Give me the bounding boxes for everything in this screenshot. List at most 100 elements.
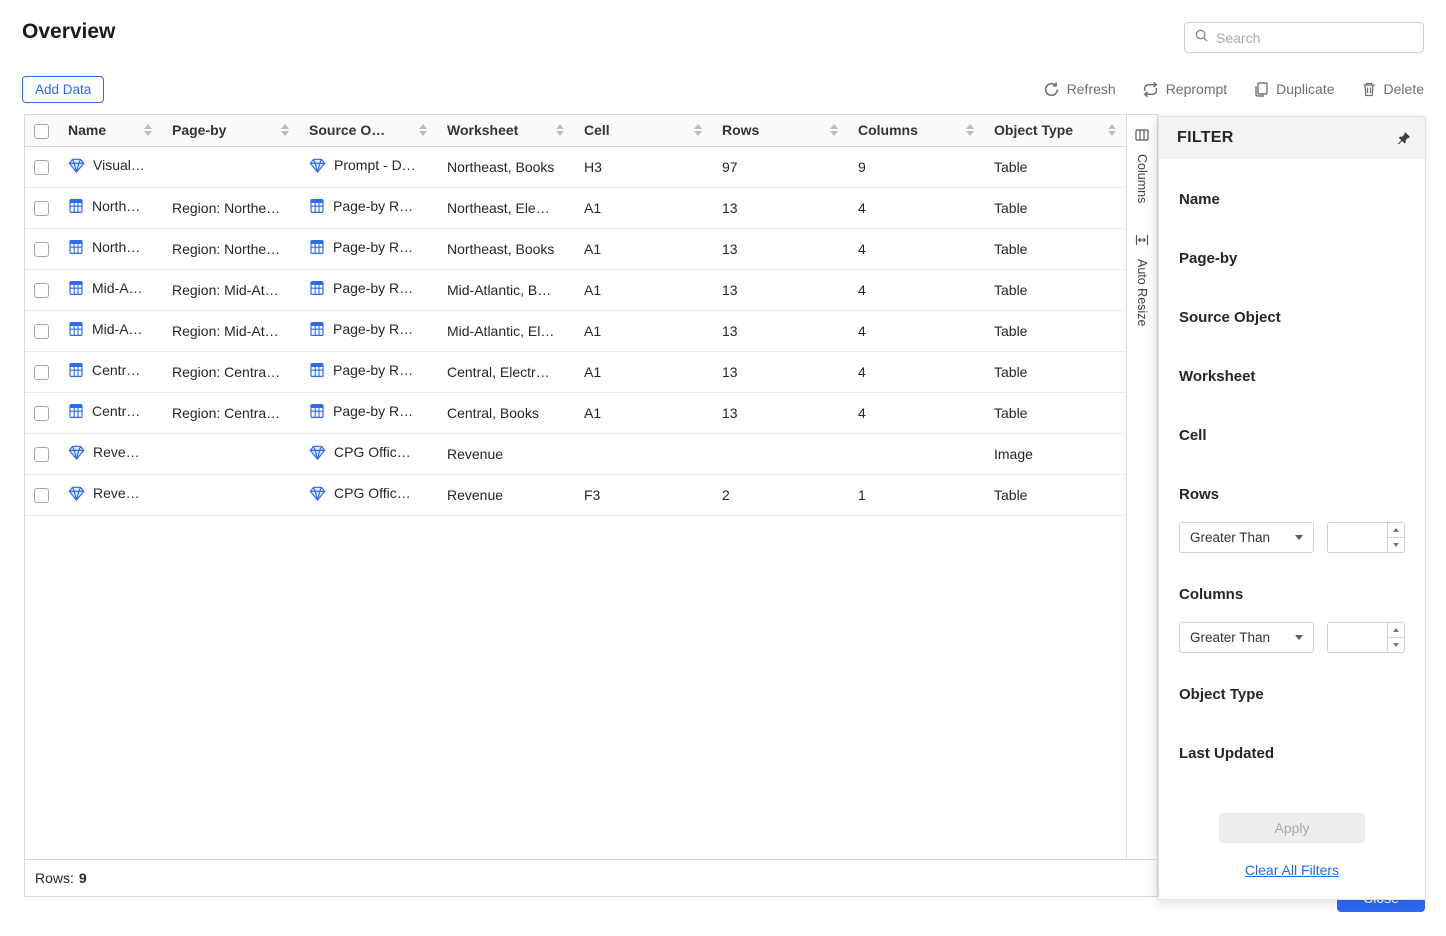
clear-all-filters-link[interactable]: Clear All Filters (1179, 862, 1405, 878)
rows-count-value: 9 (79, 870, 87, 886)
row-checkbox[interactable] (34, 201, 49, 216)
sort-icon[interactable] (966, 124, 974, 136)
table-row[interactable]: Mid-A… Region: Mid-At… Page-by R… Mid-At… (25, 310, 1126, 351)
chevron-down-icon (1295, 635, 1303, 640)
row-columns: 4 (858, 364, 866, 380)
row-checkbox[interactable] (34, 242, 49, 257)
table-row[interactable]: Centr… Region: Centra… Page-by R… Centra… (25, 392, 1126, 433)
sort-icon[interactable] (556, 124, 564, 136)
dataset-icon (68, 239, 84, 255)
column-header-name[interactable]: Name (58, 115, 162, 146)
row-rows: 13 (722, 364, 738, 380)
duplicate-button[interactable]: Duplicate (1253, 81, 1334, 97)
row-columns: 9 (858, 159, 866, 175)
refresh-button[interactable]: Refresh (1043, 81, 1116, 98)
row-source-object: CPG Offic… (334, 485, 411, 501)
row-cell: A1 (584, 282, 601, 298)
column-header-object-type[interactable]: Object Type (984, 115, 1126, 146)
column-header-pageby[interactable]: Page-by (162, 115, 299, 146)
row-checkbox[interactable] (34, 406, 49, 421)
row-name: Mid-A… (92, 321, 143, 337)
dataset-icon (309, 198, 325, 214)
search-box[interactable] (1184, 22, 1424, 53)
rows-count-label: Rows: (35, 870, 74, 886)
row-checkbox[interactable] (34, 283, 49, 298)
row-source-object: Page-by R… (333, 198, 413, 214)
spin-down-icon[interactable] (1388, 638, 1404, 652)
table-row[interactable]: North… Region: Northe… Page-by R… Northe… (25, 228, 1126, 269)
filter-field-cell[interactable]: Cell (1179, 427, 1405, 444)
column-header-cell[interactable]: Cell (574, 115, 712, 146)
dataset-icon (68, 321, 84, 337)
reprompt-button[interactable]: Reprompt (1142, 81, 1227, 98)
table-row[interactable]: Reve… CPG Offic… Revenue Image (25, 433, 1126, 474)
sort-icon[interactable] (1108, 124, 1116, 136)
row-name: Reve… (93, 485, 140, 501)
row-checkbox[interactable] (34, 365, 49, 380)
row-worksheet: Revenue (447, 487, 503, 503)
filter-field-rows[interactable]: Rows (1179, 486, 1405, 503)
columns-icon (1135, 128, 1149, 147)
sort-icon[interactable] (830, 124, 838, 136)
row-checkbox[interactable] (34, 447, 49, 462)
sort-icon[interactable] (144, 124, 152, 136)
column-header-rows[interactable]: Rows (712, 115, 848, 146)
spin-down-icon[interactable] (1388, 538, 1404, 552)
filter-field-object-type[interactable]: Object Type (1179, 686, 1405, 703)
column-header-worksheet[interactable]: Worksheet (437, 115, 574, 146)
auto-resize-button[interactable]: Auto Resize (1135, 233, 1149, 326)
row-worksheet: Mid-Atlantic, B… (447, 282, 551, 298)
row-checkbox[interactable] (34, 488, 49, 503)
sort-icon[interactable] (419, 124, 427, 136)
table-row[interactable]: Mid-A… Region: Mid-At… Page-by R… Mid-At… (25, 269, 1126, 310)
sort-icon[interactable] (281, 124, 289, 136)
search-input[interactable] (1216, 30, 1414, 46)
table-row[interactable]: North… Region: Northe… Page-by R… Northe… (25, 187, 1126, 228)
row-rows: 2 (722, 487, 730, 503)
sort-icon[interactable] (694, 124, 702, 136)
select-all-checkbox[interactable] (34, 124, 49, 139)
table-row[interactable]: Reve… CPG Offic… Revenue F3 2 1 Table (25, 474, 1126, 515)
delete-button[interactable]: Delete (1361, 81, 1424, 97)
side-strip: Columns Auto Resize (1126, 115, 1157, 859)
chevron-down-icon (1295, 535, 1303, 540)
filter-field-pageby[interactable]: Page-by (1179, 250, 1405, 267)
visualization-icon (68, 157, 85, 174)
row-source-object: Page-by R… (333, 239, 413, 255)
spin-up-icon[interactable] (1388, 523, 1404, 538)
add-data-button[interactable]: Add Data (22, 76, 104, 103)
columns-operator-select[interactable]: Greater Than (1179, 622, 1314, 653)
filter-field-columns[interactable]: Columns (1179, 586, 1405, 603)
row-columns: 4 (858, 405, 866, 421)
filter-field-name[interactable]: Name (1179, 191, 1405, 208)
rows-operator-select[interactable]: Greater Than (1179, 522, 1314, 553)
filter-field-source-object[interactable]: Source Object (1179, 309, 1405, 326)
visualization-icon (309, 157, 326, 174)
row-checkbox[interactable] (34, 324, 49, 339)
columns-chooser-button[interactable]: Columns (1135, 128, 1149, 203)
row-object-type: Table (994, 282, 1027, 298)
rows-value-input[interactable] (1328, 523, 1387, 552)
spin-up-icon[interactable] (1388, 623, 1404, 638)
row-name: Visual… (93, 157, 145, 173)
filter-field-worksheet[interactable]: Worksheet (1179, 368, 1405, 385)
table-header-row: Name Page-by Source O… Worksheet Cell Ro… (25, 115, 1126, 146)
columns-value-input[interactable] (1328, 623, 1387, 652)
table-row[interactable]: Visual… Prompt - D… Northeast, Books H3 … (25, 146, 1126, 187)
row-object-type: Table (994, 323, 1027, 339)
delete-label: Delete (1384, 81, 1424, 97)
row-object-type: Table (994, 241, 1027, 257)
row-checkbox[interactable] (34, 160, 49, 175)
data-table: Name Page-by Source O… Worksheet Cell Ro… (25, 115, 1126, 516)
dataset-icon (68, 280, 84, 296)
row-pageby: Region: Mid-At… (172, 282, 279, 298)
apply-button[interactable]: Apply (1219, 813, 1365, 843)
row-source-object: Page-by R… (333, 403, 413, 419)
column-header-source-object[interactable]: Source O… (299, 115, 437, 146)
dataset-icon (309, 280, 325, 296)
dataset-icon (309, 321, 325, 337)
filter-field-last-updated[interactable]: Last Updated (1179, 745, 1405, 762)
table-row[interactable]: Centr… Region: Centra… Page-by R… Centra… (25, 351, 1126, 392)
pin-icon[interactable] (1396, 131, 1411, 146)
column-header-columns[interactable]: Columns (848, 115, 984, 146)
